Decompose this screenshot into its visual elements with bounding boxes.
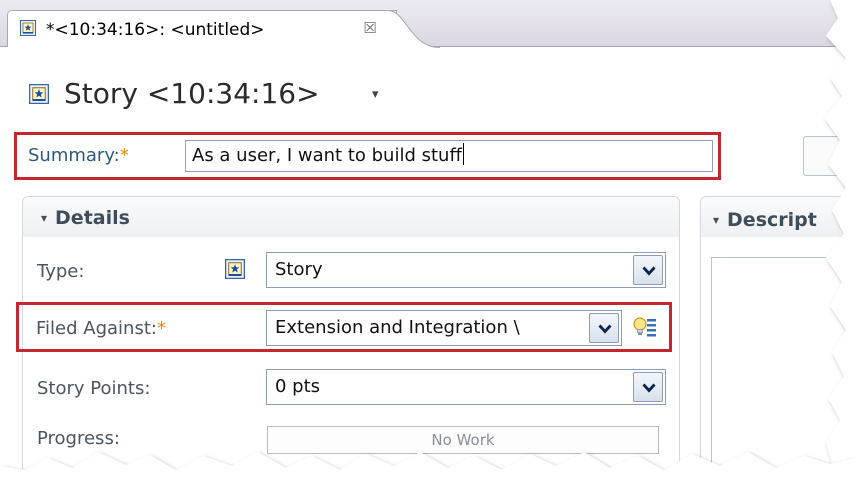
description-section: ▾ Descript	[700, 196, 855, 489]
description-header[interactable]: ▾ Descript	[701, 197, 855, 237]
type-label: Type:	[37, 261, 85, 282]
tab-title: *<10:34:16>: <untitled>	[46, 20, 265, 40]
summary-label: Summary:*	[28, 145, 129, 166]
filed-against-value: Extension and Integration \	[275, 317, 520, 338]
progress-label: Progress:	[37, 428, 120, 449]
required-marker: *	[119, 145, 129, 166]
editor-window: *<10:34:16>: <untitled> ☒ Story <10:34:1…	[0, 0, 855, 489]
dropdown-button[interactable]	[633, 255, 663, 285]
tab-edge	[388, 10, 441, 48]
chevron-down-icon	[642, 266, 656, 276]
editor-header: Story <10:34:16> ▾	[0, 48, 855, 120]
filed-against-label: Filed Against:*	[36, 318, 166, 339]
summary-input[interactable]: As a user, I want to build stuff	[185, 140, 713, 172]
description-textarea[interactable]	[711, 257, 855, 489]
close-icon[interactable]: ☒	[361, 19, 379, 37]
chevron-down-icon	[642, 383, 656, 393]
details-header[interactable]: ▾ Details	[23, 197, 679, 237]
owner-field-partial[interactable]	[803, 136, 855, 176]
story-icon	[20, 20, 36, 36]
title-menu-chevron-icon[interactable]: ▾	[372, 88, 379, 102]
description-title: ▾ Descript	[713, 209, 817, 231]
collapse-triangle-icon: ▾	[41, 211, 48, 225]
collapse-triangle-icon: ▾	[713, 213, 720, 227]
tab-untitled-story[interactable]: *<10:34:16>: <untitled> ☒	[7, 10, 397, 47]
progress-text: No Work	[431, 431, 495, 449]
required-marker: *	[156, 318, 166, 339]
progress-bar: No Work	[267, 426, 659, 454]
dropdown-button[interactable]	[633, 372, 663, 402]
chevron-down-icon	[598, 324, 612, 334]
dropdown-button[interactable]	[589, 313, 619, 343]
details-title: ▾ Details	[41, 207, 130, 229]
lightbulb-icon[interactable]	[632, 315, 658, 341]
story-points-label: Story Points:	[37, 378, 151, 399]
text-caret	[462, 143, 464, 165]
story-icon	[225, 259, 245, 279]
story-icon	[29, 84, 49, 104]
type-value: Story	[275, 259, 323, 280]
editor-title: Story <10:34:16>	[64, 77, 320, 110]
summary-highlight: Summary:* As a user, I want to build stu…	[14, 132, 721, 180]
story-points-select[interactable]: 0 pts	[266, 369, 666, 405]
type-select[interactable]: Story	[266, 252, 666, 288]
story-points-value: 0 pts	[275, 376, 321, 397]
filed-against-select[interactable]: Extension and Integration \	[266, 310, 622, 346]
